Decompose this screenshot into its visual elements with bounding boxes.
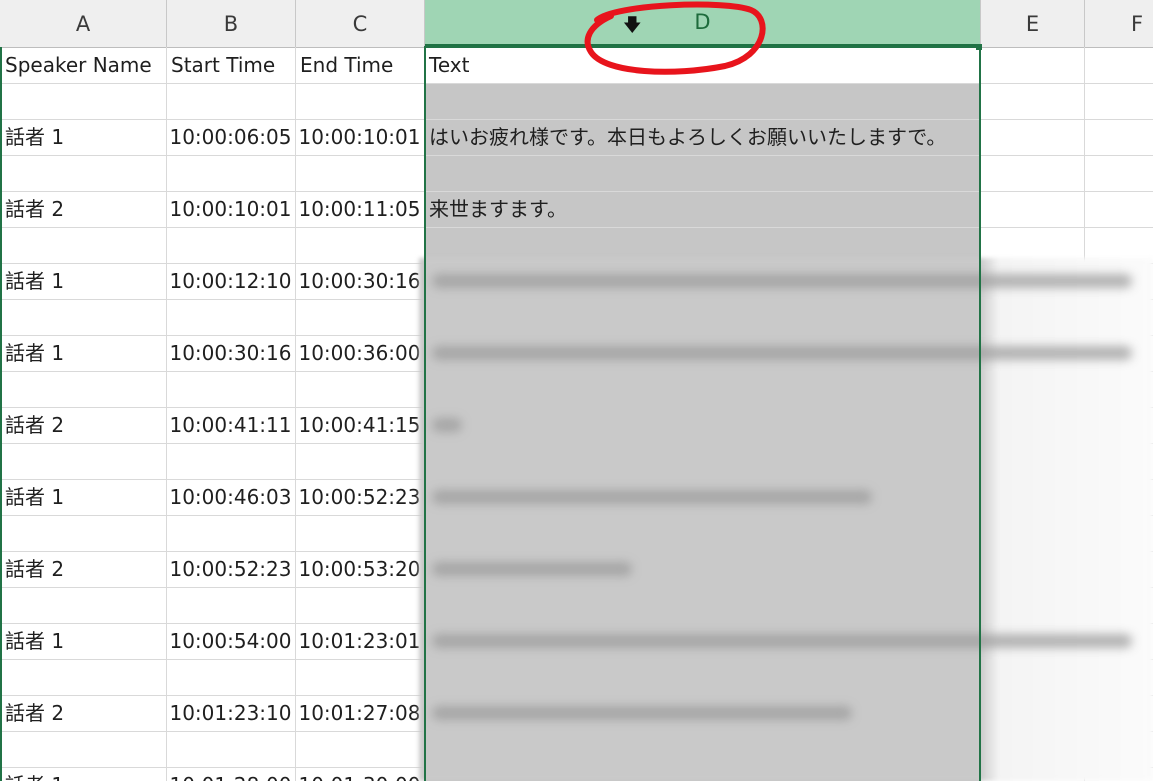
cell-speaker[interactable]: 話者 1 — [0, 767, 166, 781]
cell-speaker[interactable]: 話者 1 — [0, 119, 166, 155]
cell-end-time[interactable]: 10:00:10:01 — [295, 119, 424, 155]
cell-end-time[interactable]: 10:00:36:00 — [295, 335, 424, 371]
cell-end-time[interactable]: 10:00:53:20 — [295, 551, 424, 587]
column-header-f[interactable]: F — [1085, 0, 1153, 47]
cell-speaker[interactable]: 話者 2 — [0, 695, 166, 731]
cell-end-time[interactable]: 10:00:11:05 — [295, 191, 424, 227]
redacted-text-line — [432, 346, 1132, 360]
redacted-text-line — [432, 418, 462, 432]
cell-speaker[interactable]: 話者 2 — [0, 407, 166, 443]
redacted-text-line — [432, 634, 1132, 648]
column-header-e[interactable]: E — [981, 0, 1085, 47]
cell-start-time[interactable]: 10:00:12:10 — [166, 263, 295, 299]
fill-handle[interactable] — [976, 44, 982, 50]
cell-end-time[interactable]: 10:00:41:15 — [295, 407, 424, 443]
cell-d1-text-header[interactable]: Text — [424, 47, 980, 83]
cell-end-time[interactable]: 10:01:23:01 — [295, 623, 424, 659]
column-header-d[interactable]: D 🡇 — [425, 0, 981, 47]
redacted-text-line — [432, 706, 852, 720]
cell-a1-speaker-header[interactable]: Speaker Name — [0, 47, 166, 83]
cell-start-time[interactable]: 10:00:52:23 — [166, 551, 295, 587]
cell-start-time[interactable]: 10:00:54:00 — [166, 623, 295, 659]
cell-start-time[interactable]: 10:00:06:05 — [166, 119, 295, 155]
cell-b1-start-header[interactable]: Start Time — [166, 47, 295, 83]
cell-end-time[interactable]: 10:01:27:08 — [295, 695, 424, 731]
cell-speaker[interactable]: 話者 1 — [0, 263, 166, 299]
column-header-c[interactable]: C — [296, 0, 425, 47]
grid-line — [0, 155, 1153, 156]
cell-start-time[interactable]: 10:01:28:00 — [166, 767, 295, 781]
cell-start-time[interactable]: 10:00:30:16 — [166, 335, 295, 371]
cell-speaker[interactable]: 話者 1 — [0, 479, 166, 515]
cell-start-time[interactable]: 10:00:41:11 — [166, 407, 295, 443]
cell-speaker[interactable]: 話者 2 — [0, 551, 166, 587]
cell-end-time[interactable]: 10:00:30:16 — [295, 263, 424, 299]
redacted-blur-region — [419, 258, 1153, 781]
column-header-b[interactable]: B — [167, 0, 296, 47]
cell-start-time[interactable]: 10:01:23:10 — [166, 695, 295, 731]
cell-end-time[interactable]: 10:01:30:00 — [295, 767, 424, 781]
redacted-text-line — [432, 562, 632, 576]
cell-speaker[interactable]: 話者 1 — [0, 623, 166, 659]
redacted-text-line — [432, 490, 872, 504]
cell-end-time[interactable]: 10:00:52:23 — [295, 479, 424, 515]
cell-text[interactable]: 来世ますます。 — [424, 191, 980, 227]
spreadsheet-grid: A B C D 🡇 E F Speaker Name Start Time En… — [0, 0, 1153, 781]
cell-speaker[interactable]: 話者 1 — [0, 335, 166, 371]
cell-start-time[interactable]: 10:00:46:03 — [166, 479, 295, 515]
column-header-d-label: D — [694, 10, 711, 34]
cell-c1-end-header[interactable]: End Time — [295, 47, 424, 83]
grid-line — [0, 83, 1153, 84]
cell-start-time[interactable]: 10:00:10:01 — [166, 191, 295, 227]
redacted-text-line — [432, 274, 1132, 288]
cell-text[interactable]: はいお疲れ様です。本日もよろしくお願いいたしますで。 — [424, 119, 980, 155]
grid-line — [0, 227, 1153, 228]
column-header-a[interactable]: A — [0, 0, 167, 47]
select-column-arrow-icon: 🡇 — [623, 15, 642, 36]
cell-speaker[interactable]: 話者 2 — [0, 191, 166, 227]
window-left-edge — [0, 47, 2, 781]
